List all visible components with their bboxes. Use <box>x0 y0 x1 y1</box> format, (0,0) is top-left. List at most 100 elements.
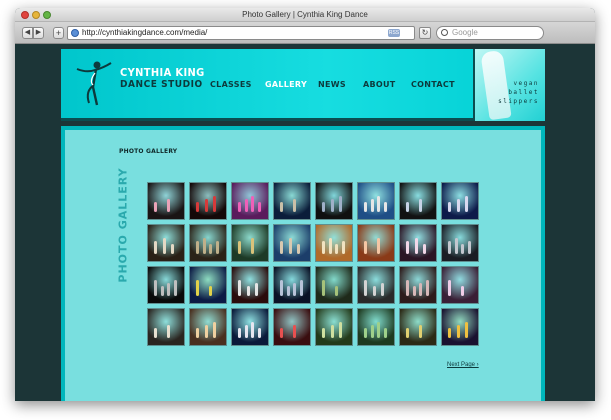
dancer-figure <box>280 280 283 296</box>
gallery-thumbnail[interactable] <box>231 224 269 262</box>
dancer-figure <box>406 241 409 254</box>
logo-name[interactable]: CYNTHIA KING <box>120 66 205 79</box>
gallery-thumbnail[interactable] <box>357 224 395 262</box>
dancer-figure <box>215 241 219 254</box>
vegan-slippers-banner[interactable]: vegan ballet slippers <box>473 49 545 121</box>
photo-grid <box>147 182 481 350</box>
gallery-thumbnail[interactable] <box>231 308 269 346</box>
gallery-thumbnail[interactable] <box>189 266 227 304</box>
nav-gallery[interactable]: GALLERY <box>265 80 307 89</box>
gallery-thumbnail[interactable] <box>147 224 185 262</box>
dancer-figure <box>377 238 380 254</box>
dancer-figure <box>406 202 409 212</box>
next-page-link[interactable]: Next Page › <box>447 362 479 368</box>
forward-button[interactable]: ▶ <box>33 27 44 39</box>
dancer-figure <box>238 241 241 254</box>
dancer-figure <box>467 241 471 254</box>
dancer-figure <box>213 196 217 212</box>
gallery-thumbnail[interactable] <box>273 182 311 220</box>
nav-classes[interactable]: CLASSES <box>210 80 252 89</box>
address-bar[interactable]: http://cynthiakingdance.com/media/ RSS <box>67 26 415 40</box>
dancer-figure <box>364 241 367 254</box>
dancer-figure <box>257 328 261 338</box>
dancer-figure <box>322 328 325 338</box>
gallery-thumbnail[interactable] <box>441 266 479 304</box>
gallery-thumbnail[interactable] <box>189 224 227 262</box>
dancer-figure <box>328 238 332 254</box>
dancer-logo-icon[interactable] <box>75 59 113 109</box>
dancer-figure <box>339 322 343 338</box>
reload-button[interactable]: ↻ <box>419 27 431 39</box>
dancer-figure <box>238 328 241 338</box>
dancer-figure <box>330 325 334 338</box>
gallery-thumbnail[interactable] <box>315 308 353 346</box>
dancer-figure <box>456 199 460 212</box>
dancer-figure <box>372 286 376 296</box>
gallery-thumbnail[interactable] <box>315 224 353 262</box>
dancer-figure <box>293 325 296 338</box>
nav-contact[interactable]: CONTACT <box>411 80 455 89</box>
search-icon <box>441 29 448 36</box>
gallery-thumbnail[interactable] <box>147 266 185 304</box>
dancer-figure <box>383 202 387 212</box>
logo-subtitle[interactable]: DANCE STUDIO <box>120 79 203 90</box>
gallery-thumbnail[interactable] <box>357 308 395 346</box>
gallery-thumbnail[interactable] <box>399 266 437 304</box>
browser-toolbar: ◀ ▶ + http://cynthiakingdance.com/media/… <box>15 22 595 44</box>
gallery-thumbnail[interactable] <box>441 308 479 346</box>
gallery-thumbnail[interactable] <box>441 224 479 262</box>
add-bookmark-button[interactable]: + <box>53 27 64 39</box>
gallery-thumbnail[interactable] <box>399 308 437 346</box>
dancer-figure <box>162 238 166 254</box>
nav-about[interactable]: ABOUT <box>363 80 396 89</box>
gallery-heading: PHOTO GALLERY <box>119 148 178 155</box>
rss-icon[interactable]: RSS <box>388 29 400 37</box>
dancer-figure <box>288 238 292 254</box>
slipper-caption-line: vegan <box>513 80 539 87</box>
dancer-figure <box>293 283 296 296</box>
gallery-thumbnail[interactable] <box>147 308 185 346</box>
gallery-thumbnail[interactable] <box>441 182 479 220</box>
dancer-figure <box>209 286 212 296</box>
dancer-figure <box>213 322 217 338</box>
dancer-figure <box>167 325 170 338</box>
vertical-gallery-label: PHOTO GALLERY <box>115 167 131 282</box>
dancer-figure <box>448 328 451 338</box>
dancer-figure <box>364 280 367 296</box>
gallery-thumbnail[interactable] <box>399 182 437 220</box>
gallery-thumbnail[interactable] <box>399 224 437 262</box>
main-nav: CLASSES GALLERY NEWS ABOUT CONTACT <box>210 80 470 94</box>
gallery-thumbnail[interactable] <box>189 182 227 220</box>
gallery-thumbnail[interactable] <box>273 266 311 304</box>
search-field[interactable]: Google <box>436 26 544 40</box>
gallery-thumbnail[interactable] <box>357 182 395 220</box>
gallery-thumbnail[interactable] <box>357 266 395 304</box>
url-text: http://cynthiakingdance.com/media/ <box>82 28 208 37</box>
gallery-thumbnail[interactable] <box>147 182 185 220</box>
dancer-figure <box>419 283 422 296</box>
gallery-thumbnail[interactable] <box>273 308 311 346</box>
dancer-figure <box>196 241 199 254</box>
gallery-thumbnail[interactable] <box>315 182 353 220</box>
gallery-thumbnail[interactable] <box>189 308 227 346</box>
dancer-figure <box>246 286 250 296</box>
globe-icon <box>71 29 79 37</box>
dancer-figure <box>209 244 212 254</box>
dancer-figure <box>322 202 325 212</box>
gallery-thumbnail[interactable] <box>315 266 353 304</box>
dancer-figure <box>448 202 451 212</box>
dancer-figure <box>299 280 303 296</box>
dancer-figure <box>322 280 325 296</box>
dancer-figure <box>280 241 283 254</box>
back-button[interactable]: ◀ <box>22 27 33 39</box>
gallery-thumbnail[interactable] <box>231 266 269 304</box>
nav-news[interactable]: NEWS <box>318 80 346 89</box>
dancer-figure <box>251 196 254 212</box>
gallery-thumbnail[interactable] <box>231 182 269 220</box>
dancer-figure <box>341 241 345 254</box>
gallery-thumbnail[interactable] <box>273 224 311 262</box>
web-page: CYNTHIA KING DANCE STUDIO CLASSES GALLER… <box>15 44 595 401</box>
dancer-figure <box>364 328 367 338</box>
dancer-figure <box>251 238 254 254</box>
dancer-figure <box>465 322 469 338</box>
